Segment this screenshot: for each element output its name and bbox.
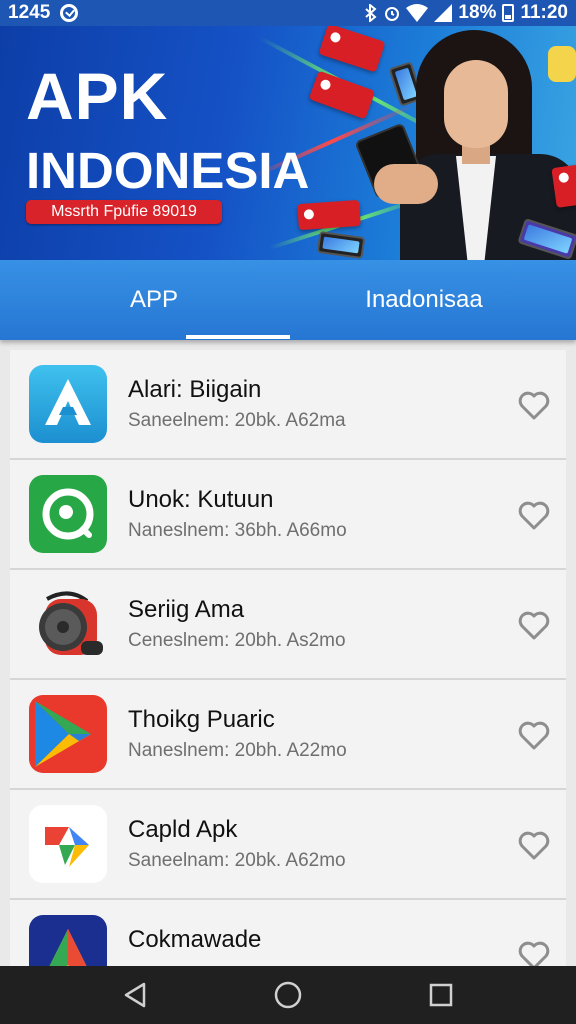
app-name: Thoikg Puaric [128, 706, 275, 733]
tab-bar: APP Inadonisaa [0, 260, 576, 340]
heart-icon[interactable] [518, 500, 550, 530]
tab-app[interactable]: APP [36, 260, 272, 340]
banner-tagline: Mssrth Fpu̇fie 89019 [26, 200, 222, 224]
app-list[interactable]: Alari: Biigain Saneelnem: 20bk. A62ma Un… [10, 350, 566, 966]
floating-app-card [297, 199, 361, 231]
list-item[interactable]: Unok: Kutuun Naneslnem: 36bh. A66mo [10, 460, 566, 570]
app-meta: Ceneslnem: 20bh. As2mo [128, 630, 346, 651]
heart-icon[interactable] [518, 940, 550, 966]
status-bar: 1245 18% 11:20 [0, 0, 576, 26]
app-meta: Naneslnem: 36bh. A66mo [128, 520, 347, 541]
triangle-logo-icon [29, 915, 107, 966]
back-icon[interactable] [120, 980, 150, 1010]
battery-percent: 18% [458, 2, 497, 23]
alarm-icon [385, 7, 400, 21]
list-item[interactable]: Alari: Biigain Saneelnem: 20bk. A62ma [10, 350, 566, 460]
app-name: Capld Apk [128, 816, 238, 843]
list-item[interactable]: Capld Apk Saneelnam: 20bk. A62mo [10, 790, 566, 900]
wifi-icon [406, 4, 429, 22]
app-name: Unok: Kutuun [128, 486, 274, 513]
banner-title: APK [26, 59, 169, 133]
system-nav-bar [0, 966, 576, 1024]
floating-phone [316, 230, 366, 260]
battery-icon [502, 4, 515, 22]
floating-toy-icon [548, 46, 576, 82]
colorful-arrow-logo-icon [29, 805, 107, 883]
play-store-icon [29, 695, 107, 773]
heart-icon[interactable] [518, 390, 550, 420]
app-name: Alari: Biigain [128, 376, 262, 403]
green-circle-logo-icon [29, 475, 107, 553]
home-icon[interactable] [273, 980, 303, 1010]
floating-app-card [318, 26, 386, 73]
heart-icon[interactable] [518, 720, 550, 750]
app-meta: Saneelnam: 20bk. A62mo [128, 850, 346, 871]
list-item[interactable]: Cokmawade [10, 900, 566, 966]
app-meta: Naneslnem: 20bh. A22mo [128, 740, 347, 761]
status-clock: 11:20 [520, 2, 568, 23]
list-item[interactable]: Seriig Ama Ceneslnem: 20bh. As2mo [10, 570, 566, 680]
signal-icon [434, 4, 453, 22]
bluetooth-icon [365, 4, 377, 22]
check-circle-icon [60, 4, 79, 22]
list-item[interactable]: Thoikg Puaric Naneslnem: 20bh. A22mo [10, 680, 566, 790]
banner-subtitle: INDONESIA [26, 142, 310, 199]
app-name: Seriig Ama [128, 596, 245, 623]
recents-icon[interactable] [426, 980, 456, 1010]
app-name: Cokmawade [128, 926, 262, 953]
red-speaker-icon [29, 585, 107, 663]
app-meta: Saneelnem: 20bk. A62ma [128, 410, 346, 431]
floating-app-card [551, 164, 576, 208]
heart-icon[interactable] [518, 610, 550, 640]
floating-app-card [308, 70, 376, 120]
heart-icon[interactable] [518, 830, 550, 860]
tab-indicator [186, 335, 290, 339]
tab-inadonisaa[interactable]: Inadonisaa [306, 260, 542, 340]
promo-banner[interactable]: APK INDONESIA Mssrth Fpu̇fie 89019 [0, 26, 576, 260]
blue-a-logo-icon [29, 365, 107, 443]
status-time-left: 1245 [8, 2, 51, 23]
